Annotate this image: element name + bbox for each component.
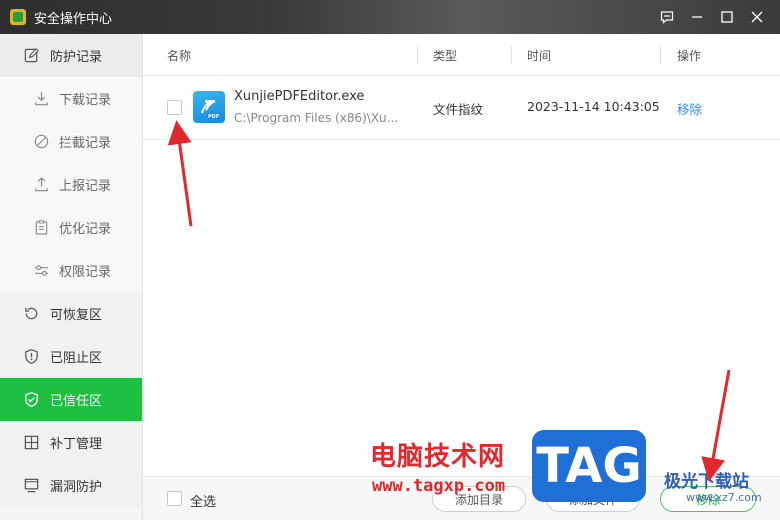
window-title: 安全操作中心: [34, 11, 113, 27]
file-type: 文件指纹: [433, 102, 484, 117]
file-path: C:\Program Files (x86)\Xu...: [234, 111, 399, 125]
watermark-jg-name: 极光下载站: [664, 472, 749, 492]
sidebar-item-download-records[interactable]: 下载记录: [0, 77, 142, 120]
sidebar-item-recoverable[interactable]: 可恢复区: [0, 292, 142, 335]
download-icon: [32, 90, 50, 108]
watermark-jg-url: www.xz7.com: [686, 491, 762, 504]
sidebar-item-block-records[interactable]: 拦截记录: [0, 120, 142, 163]
pdf-editor-icon: PDF: [193, 91, 225, 123]
column-action: 操作: [677, 48, 702, 63]
minimize-button[interactable]: [682, 0, 712, 34]
column-name: 名称: [167, 48, 192, 63]
window-controls: [652, 0, 772, 34]
sidebar-item-label: 可恢复区: [50, 308, 103, 323]
file-time: 2023-11-14 10:43:05: [527, 99, 660, 114]
sidebar-item-upload-records[interactable]: 上报记录: [0, 163, 142, 206]
watermark-site-url: www.tagxp.com: [372, 476, 506, 496]
column-divider: [417, 46, 418, 64]
close-button[interactable]: [742, 0, 772, 34]
sidebar-item-label: 已阻止区: [50, 351, 103, 366]
sidebar-item-label: 下载记录: [59, 93, 112, 108]
remove-link[interactable]: 移除: [677, 99, 702, 118]
sidebar: 防护记录 下载记录 拦截记录 上报记录 优化记录 权限记录 可恢复区 已阻止区 …: [0, 34, 143, 520]
maximize-button[interactable]: [712, 0, 742, 34]
app-logo-icon: [10, 9, 26, 25]
file-name: XunjiePDFEditor.exe: [234, 89, 365, 104]
message-icon: [660, 11, 674, 24]
select-all-checkbox[interactable]: [167, 491, 182, 506]
sliders-icon: [32, 262, 50, 280]
minimize-icon: [692, 16, 702, 18]
edit-icon: [22, 47, 40, 65]
monitor-icon: [22, 477, 40, 495]
sidebar-item-label: 权限记录: [59, 265, 112, 280]
shield-check-icon: [22, 391, 40, 409]
sidebar-item-blocked[interactable]: 已阻止区: [0, 335, 142, 378]
upload-icon: [32, 176, 50, 194]
feedback-button[interactable]: [652, 0, 682, 34]
close-icon: [751, 11, 763, 23]
sidebar-item-label: 补丁管理: [50, 437, 103, 452]
watermark-site-name: 电脑技术网: [370, 442, 506, 472]
table-header: 名称 类型 时间 操作: [143, 34, 780, 76]
table-row: PDF XunjiePDFEditor.exe C:\Program Files…: [143, 76, 780, 140]
column-divider: [511, 46, 512, 64]
grid-icon: [22, 434, 40, 452]
svg-text:PDF: PDF: [208, 114, 219, 120]
select-all-label: 全选: [190, 495, 217, 510]
sidebar-item-permission-records[interactable]: 权限记录: [0, 249, 142, 292]
sidebar-item-vuln-protection[interactable]: 漏洞防护: [0, 464, 142, 507]
title-bar: 安全操作中心: [0, 0, 780, 34]
column-time: 时间: [527, 48, 552, 63]
clipboard-icon: [32, 219, 50, 237]
sidebar-item-label: 上报记录: [59, 179, 112, 194]
block-icon: [32, 133, 50, 151]
maximize-icon: [721, 11, 733, 23]
restore-icon: [22, 305, 40, 323]
sidebar-item-optimize-records[interactable]: 优化记录: [0, 206, 142, 249]
column-type: 类型: [433, 48, 458, 63]
sidebar-item-trusted[interactable]: 已信任区: [0, 378, 142, 421]
watermark-tag-logo: TAG: [532, 430, 646, 502]
sidebar-item-label: 防护记录: [50, 50, 103, 65]
sidebar-item-label: 已信任区: [50, 394, 103, 409]
shield-alert-icon: [22, 348, 40, 366]
sidebar-item-patch-management[interactable]: 补丁管理: [0, 421, 142, 464]
row-checkbox[interactable]: [167, 100, 182, 115]
sidebar-item-protection-records[interactable]: 防护记录: [0, 34, 142, 77]
sidebar-item-label: 优化记录: [59, 222, 112, 237]
column-divider: [660, 46, 661, 64]
sidebar-item-label: 漏洞防护: [50, 480, 103, 495]
sidebar-item-label: 拦截记录: [59, 136, 112, 151]
